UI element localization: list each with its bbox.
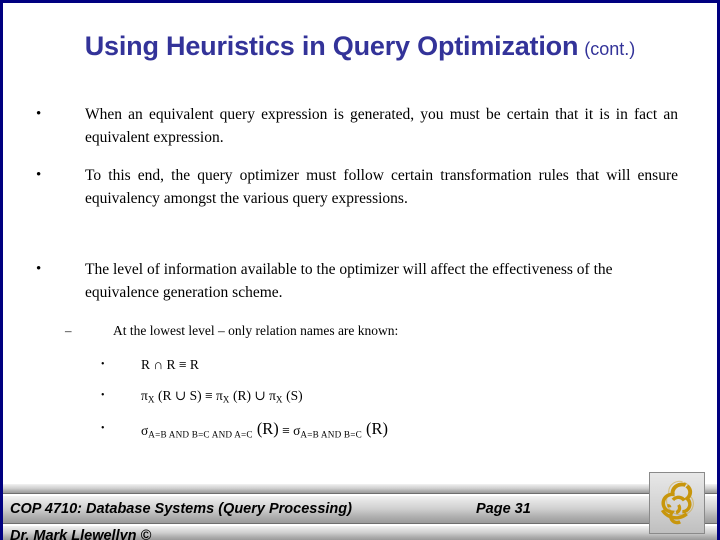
formula-item-1: • R ∩ R ≡ R [101,355,661,374]
footer-course-label: COP 4710: Database Systems (Query Proces… [10,501,352,517]
page-title-continuation: (cont.) [584,39,636,59]
formula-item-2: • πX (R ∪ S) ≡ πX (R) ∪ πX (S) [101,386,661,410]
formula-marker: • [101,359,105,370]
ucf-pegasus-logo [649,472,705,534]
bullet-text: The level of information available to th… [85,261,613,301]
bullet-text: When an equivalent query expression is g… [85,106,678,146]
bullet-marker: • [36,167,42,183]
formula-marker: • [101,423,105,434]
bullet-item-2: • To this end, the query optimizer must … [33,164,678,210]
bullet-item-3: • The level of information available to … [33,258,678,304]
footer-bar-top [3,483,717,494]
bullet-marker: • [36,261,42,277]
slide-canvas: Using Heuristics in Query Optimization (c… [0,0,720,540]
footer-author-label: Dr. Mark Llewellyn © [10,528,152,540]
bullet-item-1: • When an equivalent query expression is… [33,103,678,149]
formula-marker: • [101,390,105,401]
formula-item-3: • σA=B AND B=C AND A=C (R) ≡ σA=B AND B=… [101,419,661,445]
formula-expression: πX (R ∪ S) ≡ πX (R) ∪ πX (S) [141,388,303,405]
sub-bullet-marker: – [65,323,72,338]
bullet-marker: • [36,106,42,122]
formula-expression: σA=B AND B=C AND A=C (R) ≡ σA=B AND B=C … [141,419,388,440]
footer-page-number: Page 31 [476,501,531,517]
sub-bullet-text: At the lowest level – only relation name… [113,323,399,338]
slide-footer: COP 4710: Database Systems (Query Proces… [3,483,717,540]
page-title-main: Using Heuristics in Query Optimization [84,31,579,61]
sub-bullet-item-1: – At the lowest level – only relation na… [65,321,665,341]
page-title: Using Heuristics in Query Optimization (c… [3,31,717,62]
bullet-text: To this end, the query optimizer must fo… [85,167,678,207]
formula-expression: R ∩ R ≡ R [141,357,199,372]
